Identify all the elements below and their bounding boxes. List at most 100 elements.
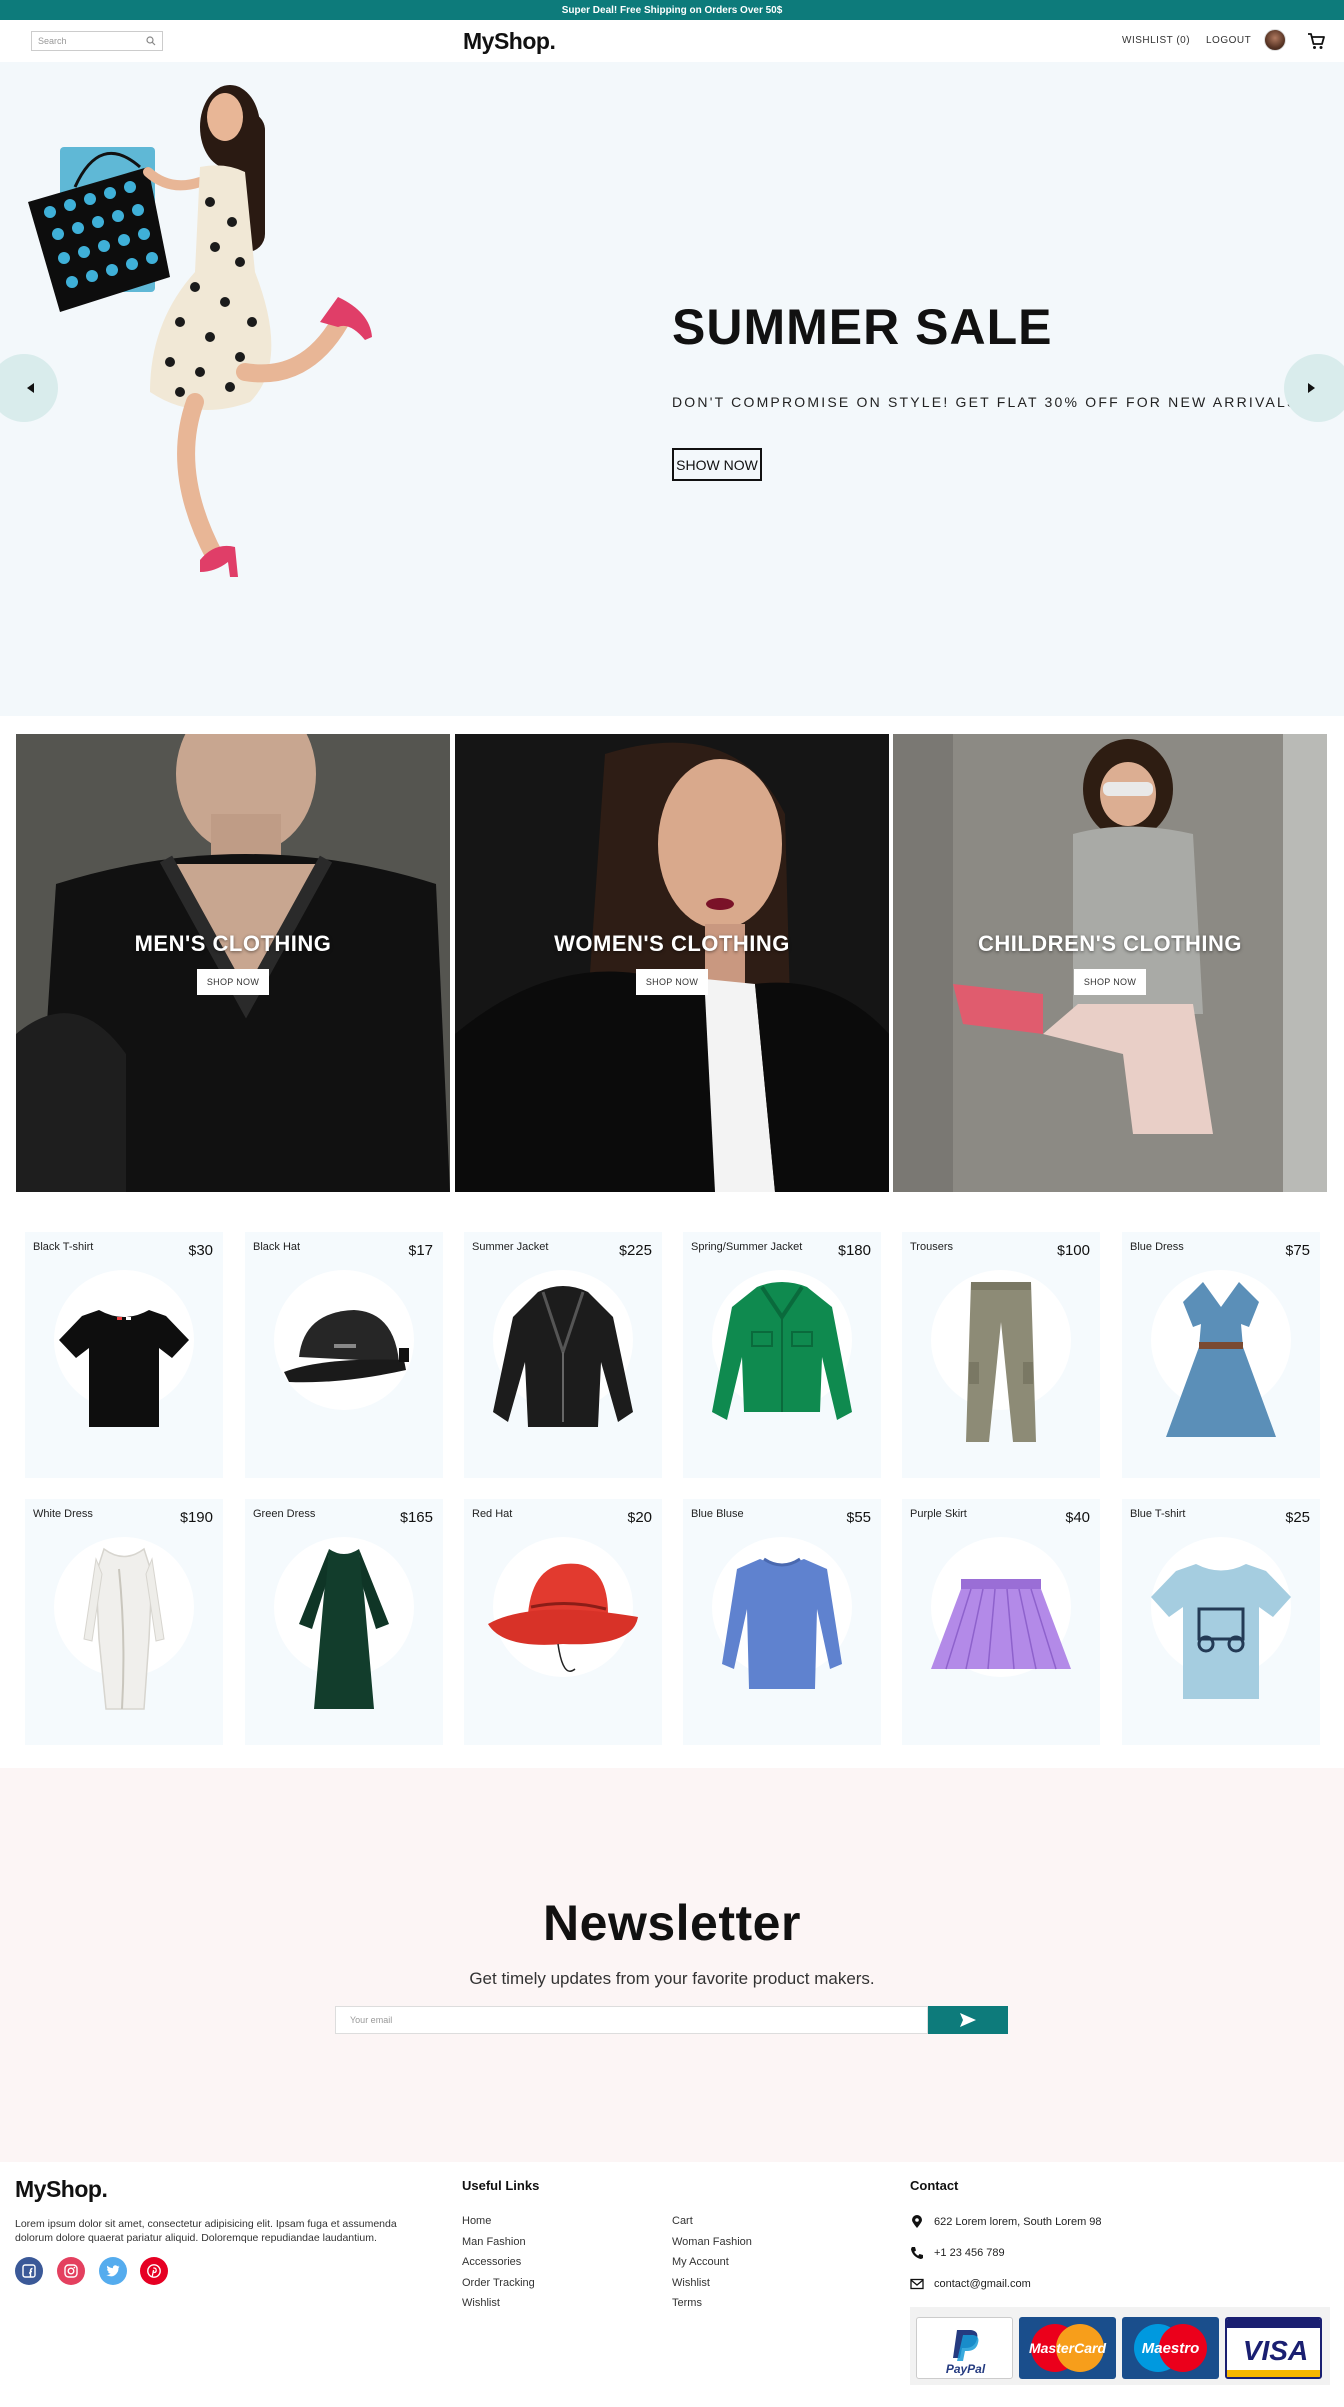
facebook-icon <box>22 2264 36 2278</box>
hero-model-image <box>28 85 372 577</box>
twitter-link[interactable] <box>99 2257 127 2285</box>
product-card[interactable]: Red Hat $20 <box>464 1499 662 1745</box>
product-name: Blue Bluse <box>691 1508 744 1520</box>
product-card[interactable]: Purple Skirt $40 <box>902 1499 1100 1745</box>
instagram-link[interactable] <box>57 2257 85 2285</box>
hero-show-now-button[interactable]: SHOW NOW <box>672 448 762 481</box>
footer-link-woman-fashion[interactable]: Woman Fashion <box>672 2236 752 2248</box>
svg-text:MasterCard: MasterCard <box>1029 2340 1106 2356</box>
footer-link-accessories[interactable]: Accessories <box>462 2256 521 2268</box>
facebook-link[interactable] <box>15 2257 43 2285</box>
category-womens-image <box>455 734 889 1192</box>
category-mens-shop-button[interactable]: SHOP NOW <box>196 969 270 995</box>
product-card[interactable]: Black T-shirt $30 <box>25 1232 223 1478</box>
search-icon[interactable] <box>146 36 156 46</box>
product-image-blue-dress <box>1166 1282 1276 1437</box>
product-name: Blue Dress <box>1130 1241 1184 1253</box>
product-price: $100 <box>1057 1242 1090 1259</box>
product-card[interactable]: Blue T-shirt $25 <box>1122 1499 1320 1745</box>
product-image-spring-summer-jacket <box>712 1282 852 1420</box>
product-name: Summer Jacket <box>472 1241 549 1253</box>
phone-icon <box>911 2247 923 2259</box>
footer-link-home[interactable]: Home <box>462 2215 491 2227</box>
footer-link-wishlist[interactable]: Wishlist <box>462 2297 500 2309</box>
product-price: $190 <box>180 1509 213 1526</box>
product-price: $225 <box>619 1242 652 1259</box>
paypal-icon: PayPal <box>946 2330 986 2376</box>
footer-link-man-fashion[interactable]: Man Fashion <box>462 2236 526 2248</box>
product-card[interactable]: Summer Jacket $225 <box>464 1232 662 1478</box>
footer-link-wishlist-2[interactable]: Wishlist <box>672 2277 710 2289</box>
category-childrens[interactable]: CHILDREN'S CLOTHING SHOP NOW <box>893 734 1327 1192</box>
product-card[interactable]: Trousers $100 <box>902 1232 1100 1478</box>
footer: MyShop. Lorem ipsum dolor sit amet, cons… <box>0 2162 1344 2407</box>
contact-phone: +1 23 456 789 <box>910 2246 1005 2260</box>
search-box[interactable] <box>31 31 163 51</box>
category-womens[interactable]: WOMEN'S CLOTHING SHOP NOW <box>455 734 889 1192</box>
logout-link[interactable]: LOGOUT <box>1206 35 1251 46</box>
contact-heading: Contact <box>910 2178 959 2193</box>
avatar[interactable] <box>1264 29 1286 51</box>
hero-subtitle: DON'T COMPROMISE ON STYLE! GET FLAT 30% … <box>672 394 1305 410</box>
product-price: $180 <box>838 1242 871 1259</box>
logo[interactable]: MyShop. <box>463 28 556 55</box>
pinterest-icon <box>147 2264 161 2278</box>
product-price: $40 <box>1065 1509 1090 1526</box>
product-card[interactable]: Blue Dress $75 <box>1122 1232 1320 1478</box>
product-image-blue-tshirt <box>1151 1564 1291 1699</box>
svg-text:Maestro: Maestro <box>1142 2340 1200 2357</box>
mail-icon <box>910 2278 924 2290</box>
category-mens-title: MEN'S CLOTHING <box>134 931 332 956</box>
hero-title: SUMMER SALE <box>672 299 1053 355</box>
product-image-black-hat <box>284 1310 409 1383</box>
product-image-green-dress <box>299 1549 389 1709</box>
product-price: $165 <box>400 1509 433 1526</box>
slider-next-button[interactable] <box>1284 354 1344 422</box>
cart-icon[interactable] <box>1306 31 1326 51</box>
product-name: White Dress <box>33 1508 93 1520</box>
product-name: Spring/Summer Jacket <box>691 1241 803 1253</box>
newsletter-section: Newsletter Get timely updates from your … <box>0 1768 1344 2162</box>
product-price: $30 <box>188 1242 213 1259</box>
newsletter-email-input[interactable] <box>335 2006 928 2034</box>
visa-icon: VISA <box>1227 2319 1320 2377</box>
product-card[interactable]: White Dress $190 <box>25 1499 223 1745</box>
product-card[interactable]: Green Dress $165 <box>245 1499 443 1745</box>
product-image-blue-bluse <box>722 1557 842 1689</box>
svg-text:VISA: VISA <box>1243 2335 1308 2366</box>
product-card[interactable]: Black Hat $17 <box>245 1232 443 1478</box>
pinterest-link[interactable] <box>140 2257 168 2285</box>
arrow-right-icon <box>1308 383 1315 393</box>
payment-methods: PayPal MasterCard Maestro VISA <box>910 2307 1330 2385</box>
product-card[interactable]: Blue Bluse $55 <box>683 1499 881 1745</box>
product-price: $25 <box>1285 1509 1310 1526</box>
footer-description: Lorem ipsum dolor sit amet, consectetur … <box>15 2218 397 2244</box>
mastercard-card: MasterCard <box>1019 2317 1116 2379</box>
footer-logo: MyShop. <box>15 2176 108 2202</box>
announcement-bar: Super Deal! Free Shipping on Orders Over… <box>0 0 1344 20</box>
maestro-card: Maestro <box>1122 2317 1219 2379</box>
product-name: Trousers <box>910 1241 953 1253</box>
footer-link-my-account[interactable]: My Account <box>672 2256 729 2268</box>
paypal-card: PayPal <box>916 2317 1013 2379</box>
location-pin-icon <box>912 2215 922 2228</box>
wishlist-link[interactable]: WISHLIST (0) <box>1122 35 1190 46</box>
footer-link-cart[interactable]: Cart <box>672 2215 693 2227</box>
product-image-white-dress <box>83 1547 165 1710</box>
footer-link-terms[interactable]: Terms <box>672 2297 702 2309</box>
category-mens[interactable]: MEN'S CLOTHING SHOP NOW <box>16 734 450 1192</box>
send-icon <box>960 2013 976 2027</box>
category-mens-image <box>16 734 450 1192</box>
product-name: Black Hat <box>253 1241 301 1253</box>
product-image-summer-jacket <box>493 1286 633 1427</box>
category-womens-shop-button[interactable]: SHOP NOW <box>635 969 709 995</box>
product-price: $75 <box>1285 1242 1310 1259</box>
hero-slider: SUMMER SALE DON'T COMPROMISE ON STYLE! G… <box>0 62 1344 716</box>
newsletter-send-button[interactable] <box>928 2006 1008 2034</box>
footer-link-order-tracking[interactable]: Order Tracking <box>462 2277 535 2289</box>
newsletter-description: Get timely updates from your favorite pr… <box>469 1969 875 1988</box>
instagram-icon <box>64 2264 78 2278</box>
category-childrens-shop-button[interactable]: SHOP NOW <box>1073 969 1147 995</box>
search-input[interactable] <box>38 36 138 46</box>
product-card[interactable]: Spring/Summer Jacket $180 <box>683 1232 881 1478</box>
